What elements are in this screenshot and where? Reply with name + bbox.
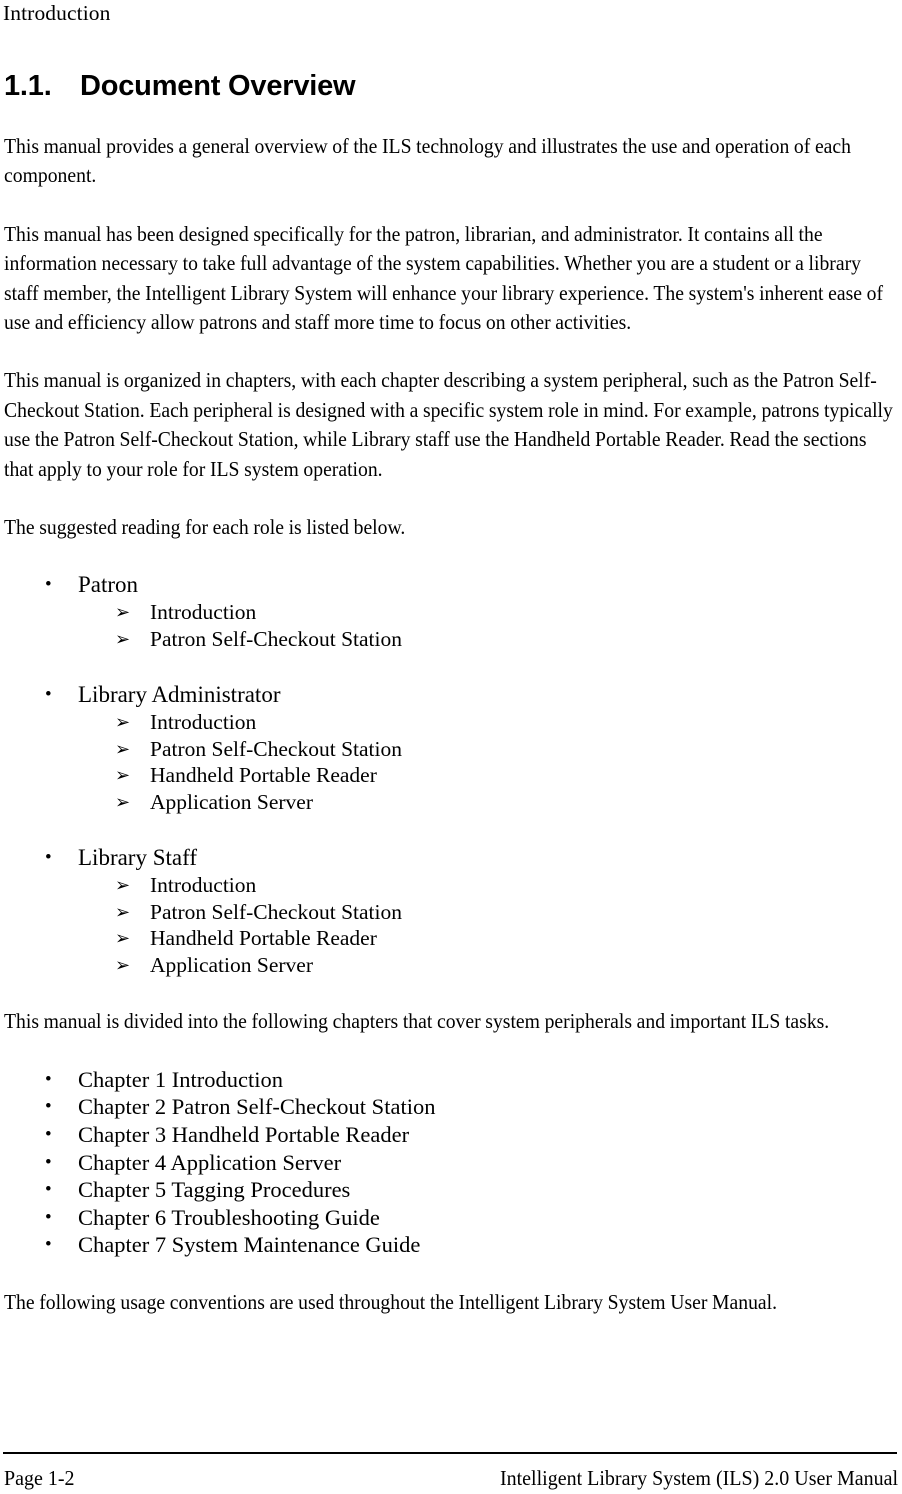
list-item: ➢ Introduction: [4, 872, 898, 899]
list-item-label: Handheld Portable Reader: [150, 763, 377, 788]
footer-divider: [3, 1452, 897, 1454]
role-items-library-staff: ➢ Introduction ➢ Patron Self-Checkout St…: [4, 872, 898, 978]
chapter-label: Chapter 2 Patron Self-Checkout Station: [78, 1094, 436, 1120]
list-item: • Chapter 2 Patron Self-Checkout Station: [4, 1093, 898, 1121]
paragraph-suggested-reading-intro: The suggested reading for each role is l…: [4, 515, 406, 540]
bullet-icon: •: [45, 1096, 52, 1118]
list-item: ➢ Handheld Portable Reader: [4, 925, 898, 952]
list-item-label: Patron Self-Checkout Station: [150, 736, 402, 761]
bullet-icon: •: [45, 574, 52, 596]
paragraph-chapters-intro: This manual is divided into the followin…: [4, 1009, 830, 1034]
arrow-bullet-icon: ➢: [115, 875, 131, 897]
chapter-label: Chapter 7 System Maintenance Guide: [78, 1232, 421, 1258]
role-label: Patron: [78, 572, 139, 598]
arrow-bullet-icon: ➢: [115, 954, 131, 976]
chapter-label: Chapter 3 Handheld Portable Reader: [78, 1122, 410, 1148]
list-item: • Chapter 5 Tagging Procedures: [4, 1176, 898, 1204]
list-item: • Chapter 6 Troubleshooting Guide: [4, 1204, 898, 1232]
list-item: ➢ Application Server: [4, 789, 898, 816]
arrow-bullet-icon: ➢: [115, 602, 131, 624]
document-body: This manual provides a general overview …: [4, 132, 898, 1317]
arrow-bullet-icon: ➢: [115, 928, 131, 950]
bullet-icon: •: [45, 1124, 52, 1146]
arrow-bullet-icon: ➢: [115, 738, 131, 760]
list-item: • Chapter 1 Introduction: [4, 1066, 898, 1094]
bullet-icon: •: [45, 1206, 52, 1228]
document-page: Introduction 1.1. Document Overview This …: [0, 0, 902, 1494]
chapter-label: Chapter 6 Troubleshooting Guide: [78, 1204, 380, 1230]
chapter-label: Chapter 4 Application Server: [78, 1149, 342, 1175]
list-item: ➢ Application Server: [4, 952, 898, 979]
running-header: Introduction: [3, 1, 111, 25]
list-item-label: Application Server: [150, 789, 313, 814]
list-item: ➢ Patron Self-Checkout Station: [4, 899, 898, 926]
page-title: 1.1. Document Overview: [4, 68, 356, 104]
list-item-label: Patron Self-Checkout Station: [150, 899, 402, 924]
list-item-label: Introduction: [150, 600, 257, 625]
list-item: • Chapter 7 System Maintenance Guide: [4, 1231, 898, 1259]
list-item-label: Application Server: [150, 952, 313, 977]
chapter-label: Chapter 1 Introduction: [78, 1066, 283, 1092]
role-group-patron: • Patron: [4, 571, 898, 599]
list-item: ➢ Introduction: [4, 709, 898, 736]
paragraph-audience: This manual has been designed specifical…: [4, 221, 884, 335]
list-item-label: Introduction: [150, 710, 257, 735]
bullet-icon: •: [45, 1068, 52, 1090]
bullet-icon: •: [45, 684, 52, 706]
role-label: Library Staff: [78, 845, 198, 871]
list-item: ➢ Introduction: [4, 599, 898, 626]
role-group-library-staff: • Library Staff: [4, 844, 898, 872]
section-title: Document Overview: [80, 70, 356, 102]
list-item: ➢ Handheld Portable Reader: [4, 762, 898, 789]
role-group-library-administrator: • Library Administrator: [4, 681, 898, 709]
arrow-bullet-icon: ➢: [115, 901, 131, 923]
list-item-label: Patron Self-Checkout Station: [150, 626, 402, 651]
list-item: • Chapter 4 Application Server: [4, 1149, 898, 1177]
arrow-bullet-icon: ➢: [115, 712, 131, 734]
arrow-bullet-icon: ➢: [115, 628, 131, 650]
list-item-label: Introduction: [150, 873, 257, 898]
chapter-label: Chapter 5 Tagging Procedures: [78, 1177, 351, 1203]
bullet-icon: •: [45, 1151, 52, 1173]
arrow-bullet-icon: ➢: [115, 765, 131, 787]
bullet-icon: •: [45, 1234, 52, 1256]
footer-manual-title: Intelligent Library System (ILS) 2.0 Use…: [499, 1466, 898, 1490]
list-item: ➢ Patron Self-Checkout Station: [4, 736, 898, 763]
bullet-icon: •: [45, 847, 52, 869]
chapter-list: • Chapter 1 Introduction • Chapter 2 Pat…: [4, 1066, 898, 1259]
arrow-bullet-icon: ➢: [115, 791, 131, 813]
bullet-icon: •: [45, 1179, 52, 1201]
paragraph-overview: This manual provides a general overview …: [4, 134, 851, 188]
role-items-library-administrator: ➢ Introduction ➢ Patron Self-Checkout St…: [4, 709, 898, 815]
paragraph-organization: This manual is organized in chapters, wi…: [4, 368, 893, 481]
list-item: ➢ Patron Self-Checkout Station: [4, 626, 898, 653]
footer-page-number: Page 1-2: [4, 1466, 75, 1490]
suggested-reading-list: • Patron ➢ Introduction ➢ Patron Self-Ch…: [4, 571, 898, 978]
list-item-label: Handheld Portable Reader: [150, 926, 377, 951]
list-item: • Chapter 3 Handheld Portable Reader: [4, 1121, 898, 1149]
section-number: 1.1.: [4, 70, 52, 102]
paragraph-conventions: The following usage conventions are used…: [4, 1290, 778, 1315]
role-label: Library Administrator: [78, 682, 281, 708]
role-items-patron: ➢ Introduction ➢ Patron Self-Checkout St…: [4, 599, 898, 652]
